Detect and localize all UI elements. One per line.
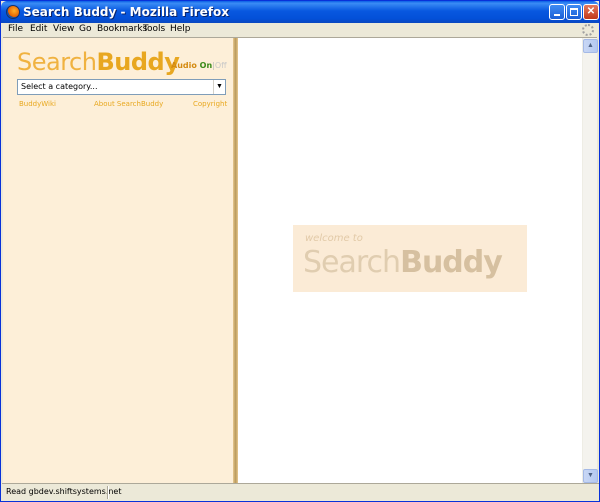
- welcome-prefix: welcome to: [305, 233, 363, 244]
- category-select-value: Select a category...: [21, 82, 98, 91]
- throbber-icon: [582, 24, 594, 36]
- dropdown-arrow-icon[interactable]: ▼: [213, 80, 225, 94]
- audio-on-link[interactable]: On: [200, 61, 213, 70]
- audio-off-link[interactable]: Off: [215, 61, 227, 70]
- menu-bookmarks[interactable]: Bookmarks: [97, 24, 147, 34]
- about-link[interactable]: About SearchBuddy: [94, 100, 163, 108]
- firefox-icon: [6, 5, 20, 19]
- audio-toggle: Audio On|Off: [171, 61, 227, 70]
- window-title: Search Buddy - Mozilla Firefox: [23, 5, 230, 19]
- menu-go[interactable]: Go: [79, 24, 91, 34]
- welcome-logo: SearchBuddy: [303, 245, 503, 280]
- content-area: SearchBuddy Audio On|Off Select a catego…: [3, 37, 598, 484]
- sidebar-panel: SearchBuddy Audio On|Off Select a catego…: [3, 38, 233, 484]
- buddywiki-link[interactable]: BuddyWiki: [19, 100, 56, 108]
- vertical-scrollbar[interactable]: ▲ ▼: [582, 38, 598, 484]
- logo-buddy-text: Buddy: [96, 48, 180, 76]
- scroll-up-icon[interactable]: ▲: [583, 39, 598, 53]
- browser-window: Search Buddy - Mozilla Firefox ✕ File Ed…: [0, 0, 600, 502]
- scroll-down-icon[interactable]: ▼: [583, 469, 598, 483]
- menu-file[interactable]: File: [8, 24, 23, 34]
- logo-search-text: Search: [17, 48, 97, 76]
- audio-label: Audio: [171, 61, 197, 70]
- title-bar[interactable]: Search Buddy - Mozilla Firefox ✕: [1, 1, 599, 23]
- welcome-search-text: Search: [303, 245, 401, 280]
- welcome-banner: welcome to SearchBuddy: [293, 225, 527, 292]
- status-bar: Read gbdev.shiftsystems.net: [2, 483, 599, 500]
- menu-tools[interactable]: Tools: [143, 24, 165, 34]
- close-button[interactable]: ✕: [583, 4, 599, 20]
- menu-view[interactable]: View: [53, 24, 74, 34]
- menu-bar: File Edit View Go Bookmarks Tools Help: [2, 23, 599, 37]
- category-select[interactable]: Select a category... ▼: [17, 79, 226, 95]
- menu-help[interactable]: Help: [170, 24, 191, 34]
- searchbuddy-logo: SearchBuddy: [17, 48, 180, 76]
- minimize-icon: [554, 14, 560, 16]
- menu-edit[interactable]: Edit: [30, 24, 47, 34]
- maximize-button[interactable]: [566, 4, 582, 20]
- main-panel: welcome to SearchBuddy: [238, 38, 582, 484]
- maximize-icon: [570, 8, 578, 16]
- minimize-button[interactable]: [549, 4, 565, 20]
- status-divider: [107, 486, 109, 499]
- copyright-link[interactable]: Copyright: [193, 100, 227, 108]
- welcome-buddy-text: Buddy: [400, 245, 503, 280]
- status-text: Read gbdev.shiftsystems.net: [6, 487, 122, 496]
